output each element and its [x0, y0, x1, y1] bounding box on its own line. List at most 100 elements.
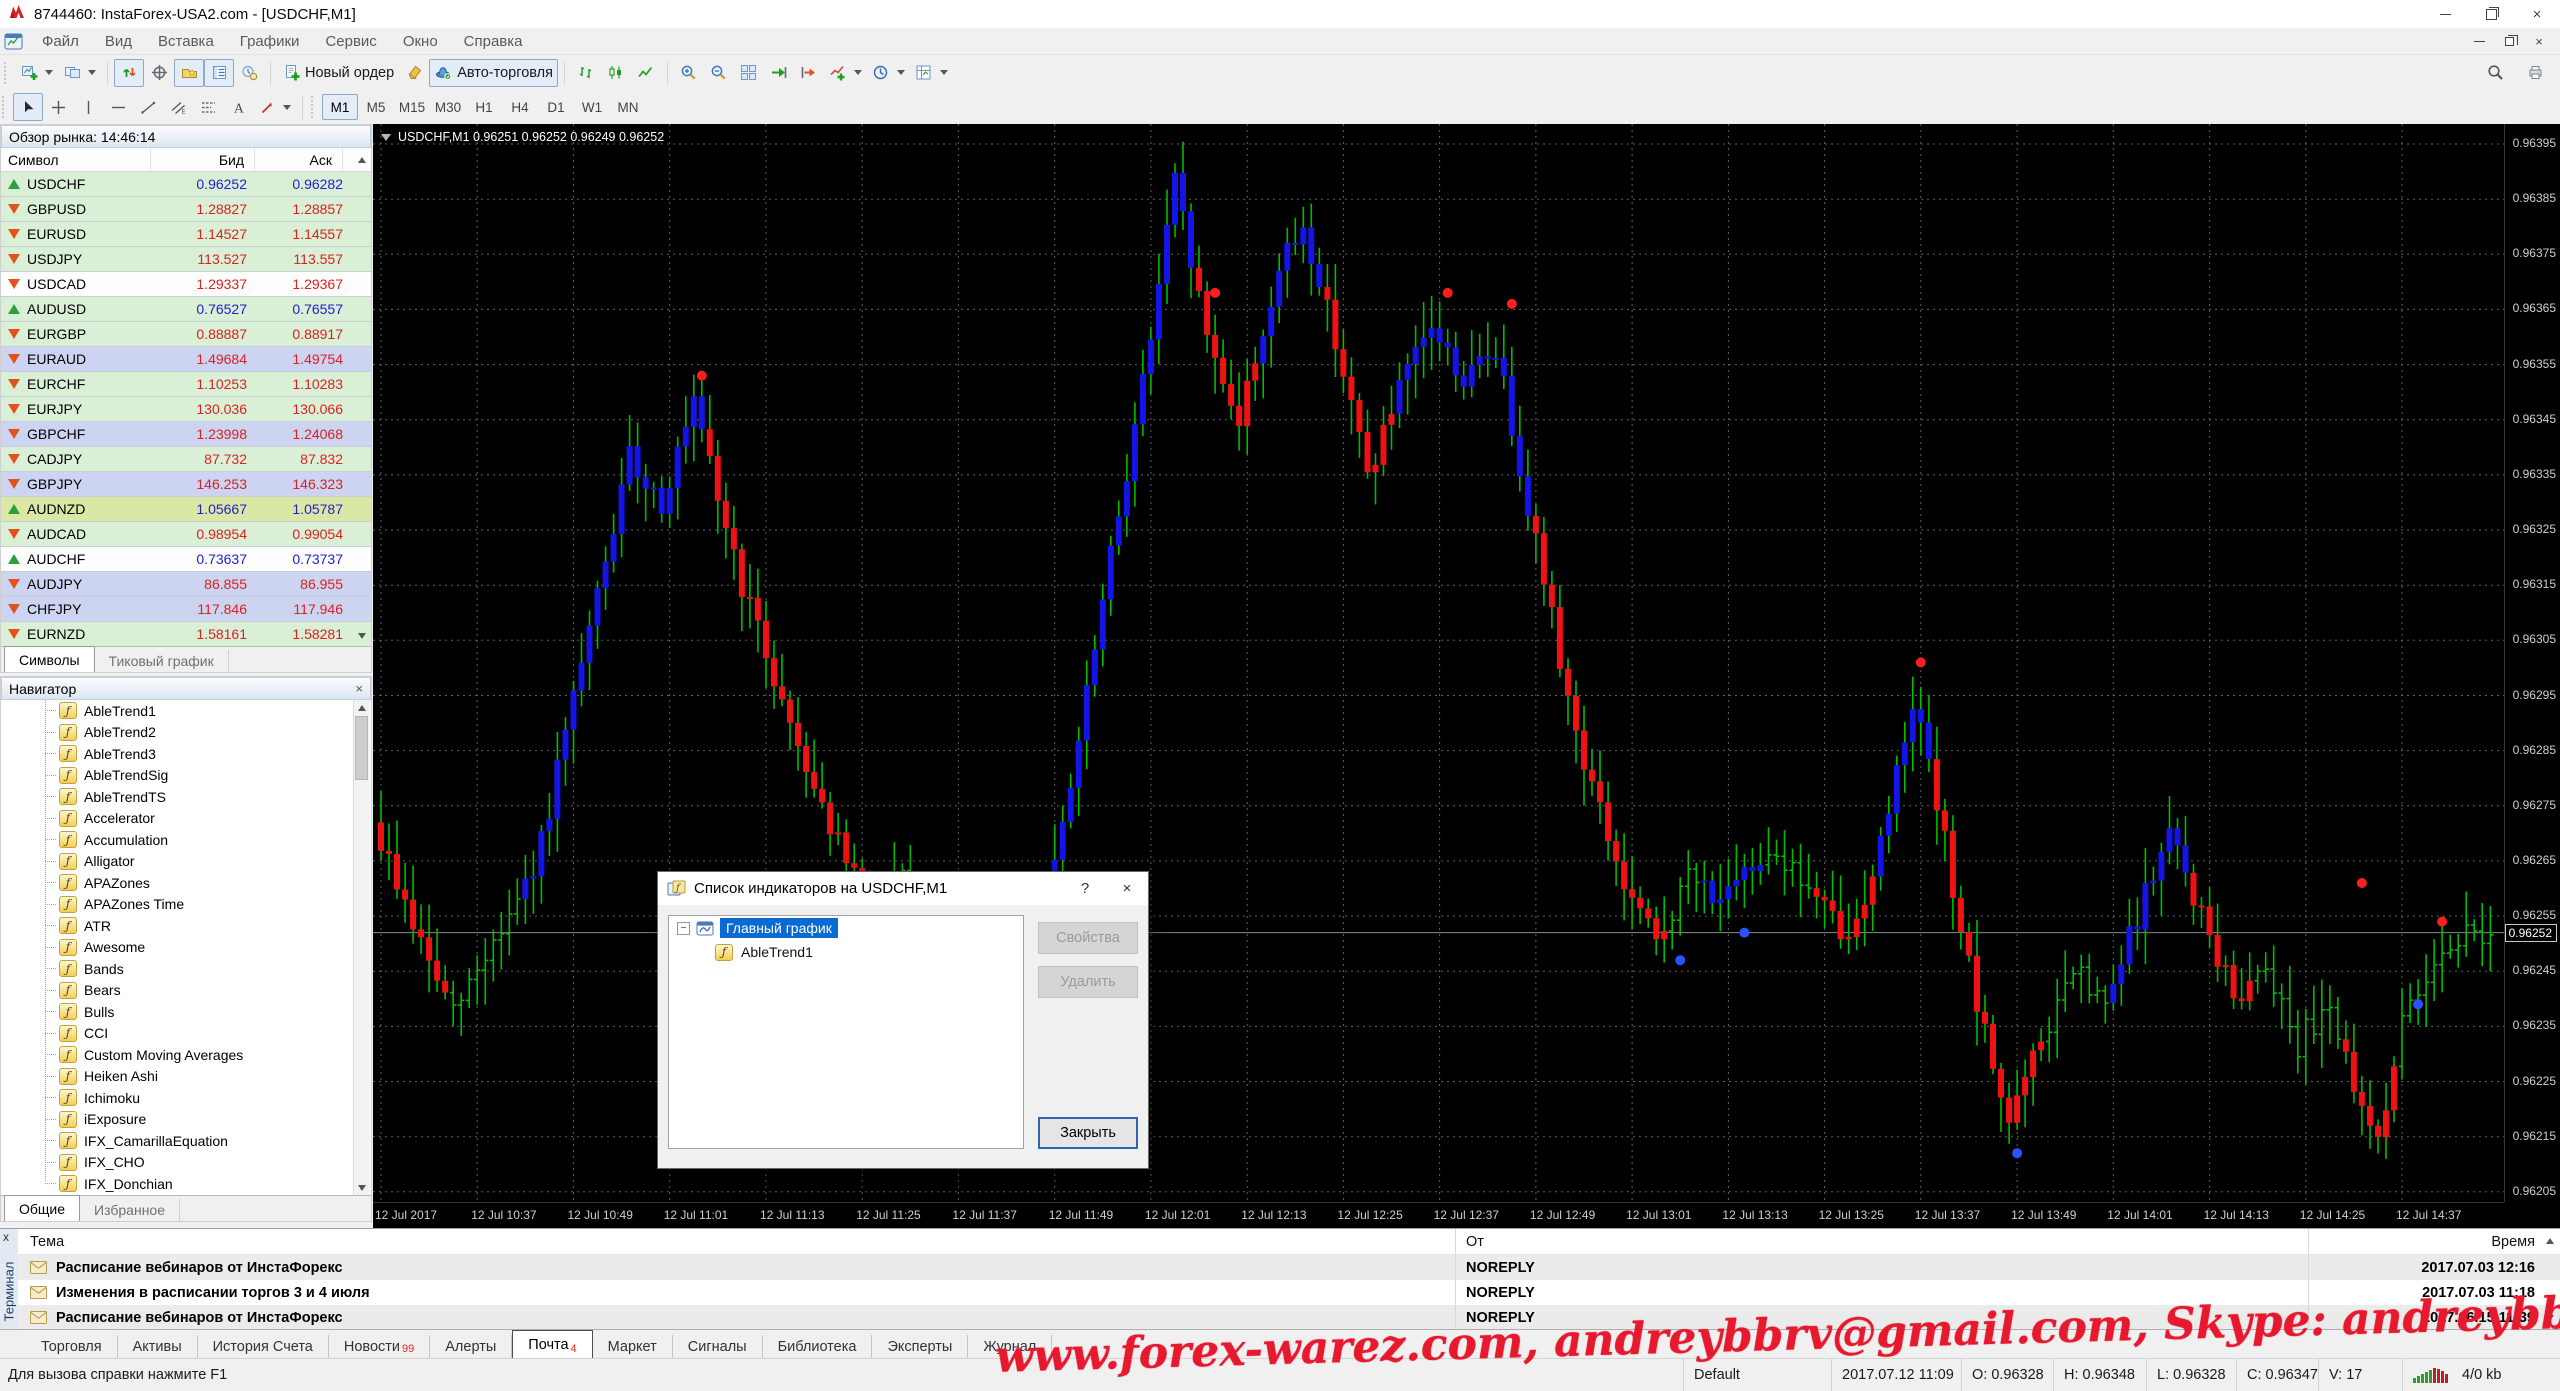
tab-тиковый-график[interactable]: Тиковый график	[95, 650, 229, 672]
column-header-бид[interactable]: Бид	[151, 148, 255, 171]
navigator-item[interactable]: ƒBands	[1, 958, 355, 980]
column-header-аск[interactable]: Аск	[255, 148, 343, 171]
crosshair-button[interactable]	[43, 93, 73, 121]
auto-trading-button[interactable]: Авто-торговля	[429, 59, 558, 87]
search-button[interactable]	[2480, 58, 2510, 86]
terminal-tab-активы[interactable]: Активы	[118, 1335, 198, 1358]
properties-button[interactable]: Свойства	[1038, 922, 1138, 954]
terminal-tab-сигналы[interactable]: Сигналы	[673, 1335, 763, 1358]
symbol-row-audusd[interactable]: AUDUSD0.765270.76557	[1, 297, 371, 322]
timeframe-h4[interactable]: H4	[502, 94, 538, 120]
symbol-row-euraud[interactable]: EURAUD1.496841.49754	[1, 347, 371, 372]
navigator-scrollbar[interactable]	[353, 700, 370, 1195]
terminal-column-subject[interactable]: Тема	[18, 1229, 1455, 1254]
scroll-up-icon[interactable]	[2546, 1238, 2554, 1244]
tree-item-label[interactable]: Главный график	[720, 918, 838, 938]
timeframe-mn[interactable]: MN	[610, 94, 646, 120]
close-button[interactable]: Закрыть	[1038, 1117, 1138, 1149]
symbol-row-audjpy[interactable]: AUDJPY86.85586.955	[1, 572, 371, 597]
data-window-button[interactable]	[144, 59, 174, 87]
horizontal-line-button[interactable]	[103, 93, 133, 121]
fibonacci-button[interactable]	[193, 93, 223, 121]
navigator-item[interactable]: ƒiExposure	[1, 1109, 355, 1131]
child-close-icon[interactable]: ×	[2524, 30, 2554, 52]
navigator-item[interactable]: ƒAlligator	[1, 851, 355, 873]
line-chart-button[interactable]	[631, 59, 661, 87]
symbol-row-eurusd[interactable]: EURUSD1.145271.14557	[1, 222, 371, 247]
navigator-item[interactable]: ƒIFX_Donchian	[1, 1173, 355, 1195]
delete-button[interactable]: Удалить	[1038, 966, 1138, 998]
menu-item[interactable]: Сервис	[312, 28, 389, 54]
symbol-row-usdchf[interactable]: USDCHF0.962520.96282	[1, 172, 371, 197]
vertical-line-button[interactable]	[73, 93, 103, 121]
periods-button[interactable]	[867, 59, 910, 87]
terminal-tab-почта[interactable]: Почта4	[512, 1330, 592, 1358]
mail-row[interactable]: Изменения в расписании торгов 3 и 4 июля…	[18, 1280, 2560, 1305]
candlestick-button[interactable]	[601, 59, 631, 87]
menu-item[interactable]: Вид	[92, 28, 145, 54]
navigator-item[interactable]: ƒIFX_CamarillaEquation	[1, 1130, 355, 1152]
navigator-item[interactable]: ƒAbleTrendSig	[1, 765, 355, 787]
symbol-row-eurchf[interactable]: EURCHF1.102531.10283	[1, 372, 371, 397]
navigator-item[interactable]: ƒATR	[1, 915, 355, 937]
terminal-tab-торговля[interactable]: Торговля	[26, 1335, 118, 1358]
symbol-row-audnzd[interactable]: AUDNZD1.056671.05787	[1, 497, 371, 522]
navigator-item[interactable]: ƒAPAZones	[1, 872, 355, 894]
tile-windows-button[interactable]	[734, 59, 764, 87]
terminal-tab-история-счета[interactable]: История Счета	[198, 1335, 329, 1358]
timeframe-h1[interactable]: H1	[466, 94, 502, 120]
scroll-down-icon[interactable]	[2546, 1315, 2554, 1321]
tree-row-main-chart[interactable]: − Главный график	[669, 916, 1023, 940]
navigator-item[interactable]: ƒAccelerator	[1, 808, 355, 830]
scroll-down-icon[interactable]	[358, 633, 366, 639]
terminal-tab-эксперты[interactable]: Эксперты	[872, 1335, 968, 1358]
strategy-tester-button[interactable]	[234, 59, 264, 87]
indicator-tree[interactable]: − Главный график ƒ AbleTrend1	[668, 915, 1024, 1149]
child-minimize-icon[interactable]	[2464, 30, 2494, 52]
symbol-row-audchf[interactable]: AUDCHF0.736370.73737	[1, 547, 371, 572]
symbol-row-gbpchf[interactable]: GBPCHF1.239981.24068	[1, 422, 371, 447]
terminal-tab-маркет[interactable]: Маркет	[593, 1335, 673, 1358]
zoom-in-button[interactable]	[674, 59, 704, 87]
menu-item[interactable]: Справка	[451, 28, 536, 54]
terminal-button[interactable]	[204, 59, 234, 87]
terminal-side-tab[interactable]: Терминал	[0, 1229, 19, 1329]
one-click-trading-icon[interactable]	[381, 134, 391, 141]
close-icon[interactable]: ×	[1106, 872, 1148, 905]
auto-scroll-button[interactable]	[764, 59, 794, 87]
time-axis[interactable]: 12 Jul 201712 Jul 10:3712 Jul 10:4912 Ju…	[373, 1202, 2504, 1229]
menu-item[interactable]: Файл	[29, 28, 92, 54]
arrows-button[interactable]	[253, 93, 296, 121]
column-header-символ[interactable]: Символ	[1, 148, 151, 171]
menu-item[interactable]: Вставка	[145, 28, 227, 54]
tab-избранное[interactable]: Избранное	[80, 1199, 180, 1221]
timeframe-w1[interactable]: W1	[574, 94, 610, 120]
close-icon[interactable]: ×	[2514, 0, 2560, 28]
navigator-item[interactable]: ƒCCI	[1, 1023, 355, 1045]
navigator-item[interactable]: ƒHeiken Ashi	[1, 1066, 355, 1088]
symbol-row-usdjpy[interactable]: USDJPY113.527113.557	[1, 247, 371, 272]
menu-item[interactable]: Графики	[227, 28, 313, 54]
menu-item[interactable]: Окно	[390, 28, 451, 54]
timeframe-m15[interactable]: M15	[394, 94, 430, 120]
navigator-item[interactable]: ƒIchimoku	[1, 1087, 355, 1109]
timeframe-m1[interactable]: M1	[322, 94, 358, 120]
symbol-row-gbpusd[interactable]: GBPUSD1.288271.28857	[1, 197, 371, 222]
navigator-button[interactable]	[174, 59, 204, 87]
symbol-row-eurnzd[interactable]: EURNZD1.581611.58281	[1, 622, 371, 647]
navigator-item[interactable]: ƒAbleTrendTS	[1, 786, 355, 808]
tree-row-abletrend1[interactable]: ƒ AbleTrend1	[669, 940, 1023, 964]
mail-row[interactable]: Расписание вебинаров от ИнстаФорексNOREP…	[18, 1305, 2560, 1330]
market-watch-button[interactable]	[114, 59, 144, 87]
symbol-row-usdcad[interactable]: USDCAD1.293371.29367	[1, 272, 371, 297]
metaeditor-button[interactable]	[399, 59, 429, 87]
child-restore-icon[interactable]	[2494, 30, 2524, 52]
print-button[interactable]	[2520, 58, 2550, 86]
navigator-item[interactable]: ƒAbleTrend3	[1, 743, 355, 765]
new-order-button[interactable]: Новый ордер	[277, 59, 399, 87]
terminal-column-from[interactable]: От	[1455, 1229, 2308, 1254]
navigator-item[interactable]: ƒIFX_CHO	[1, 1152, 355, 1174]
bar-chart-button[interactable]	[571, 59, 601, 87]
scroll-down-icon[interactable]	[354, 1180, 369, 1195]
tab-символы[interactable]: Символы	[4, 646, 95, 672]
